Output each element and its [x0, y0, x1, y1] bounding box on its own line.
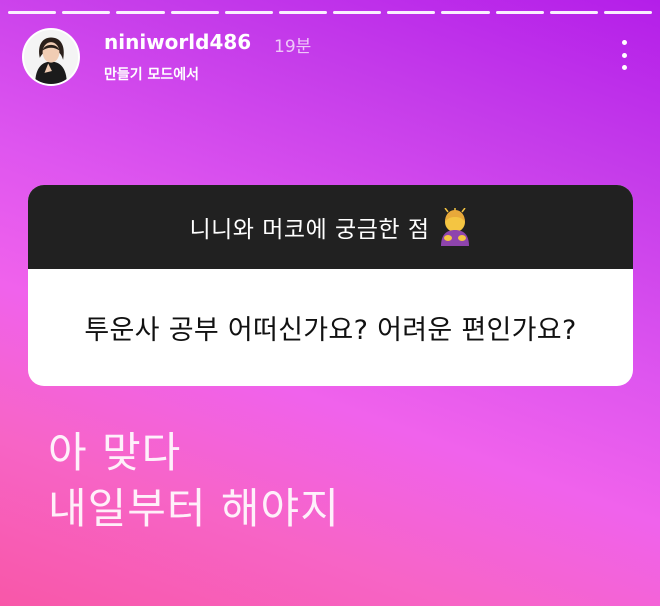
progress-segment	[441, 11, 490, 14]
username[interactable]: niniworld486	[104, 30, 251, 54]
progress-segment	[116, 11, 165, 14]
progress-segment	[8, 11, 57, 14]
question-sticker-title: 니니와 머코에 궁금한 점	[189, 217, 430, 243]
progress-segment	[495, 11, 544, 14]
more-dot	[621, 40, 627, 45]
profile-photo-icon	[24, 30, 78, 84]
progress-segment	[333, 11, 382, 14]
story-header: niniworld486 19분 만들기 모드에서	[22, 26, 638, 88]
progress-segment	[62, 11, 111, 14]
question-sticker[interactable]: 니니와 머코에 궁금한 점 투운사 공부 어떠신가요? 어려운 편인가요?	[28, 185, 633, 386]
avatar[interactable]	[22, 28, 80, 86]
progress-segment	[170, 11, 219, 14]
progress-segment	[278, 11, 328, 14]
progress-segment	[387, 11, 436, 14]
story-progress-bar	[8, 11, 653, 14]
reply-line-2: 내일부터 해야지	[48, 484, 340, 533]
more-dot	[621, 65, 627, 70]
progress-segment	[549, 11, 598, 14]
progress-segment	[224, 11, 273, 14]
progress-segment	[603, 11, 653, 14]
person-bowing-emoji	[440, 208, 469, 246]
post-time: 19분	[274, 37, 312, 57]
more-vertical-icon[interactable]	[620, 40, 628, 70]
question-sticker-body: 투운사 공부 어떠신가요? 어려운 편인가요?	[28, 269, 633, 386]
create-mode-label: 만들기 모드에서	[104, 67, 200, 83]
question-sticker-header: 니니와 머코에 궁금한 점	[28, 185, 633, 269]
reply-text: 아 맞다 내일부터 해야지	[48, 425, 340, 537]
question-text: 투운사 공부 어떠신가요? 어려운 편인가요?	[84, 315, 577, 346]
reply-line-1: 아 맞다	[48, 428, 182, 477]
more-dot	[621, 52, 627, 58]
